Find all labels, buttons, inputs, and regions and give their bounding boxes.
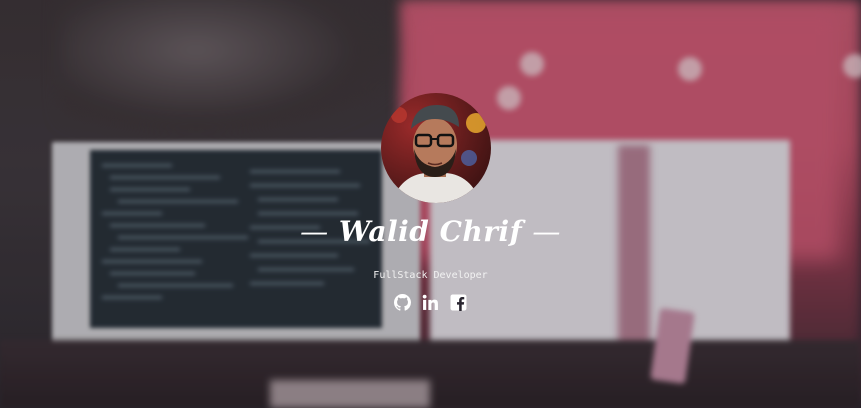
- facebook-icon: [450, 294, 467, 311]
- github-icon: [394, 294, 411, 311]
- profile-name: — Walid Chrif —: [0, 215, 861, 248]
- github-link[interactable]: [394, 294, 411, 311]
- social-links: [0, 294, 861, 311]
- profile-name-text: Walid Chrif: [338, 215, 523, 248]
- profile-header: — Walid Chrif — FullStack Developer: [0, 0, 861, 408]
- avatar: [381, 93, 491, 203]
- facebook-link[interactable]: [450, 294, 467, 311]
- name-suffix-dash: —: [532, 215, 561, 248]
- linkedin-icon: [422, 294, 438, 310]
- name-prefix-dash: —: [300, 215, 329, 248]
- profile-role: FullStack Developer: [373, 270, 488, 281]
- linkedin-link[interactable]: [422, 294, 439, 311]
